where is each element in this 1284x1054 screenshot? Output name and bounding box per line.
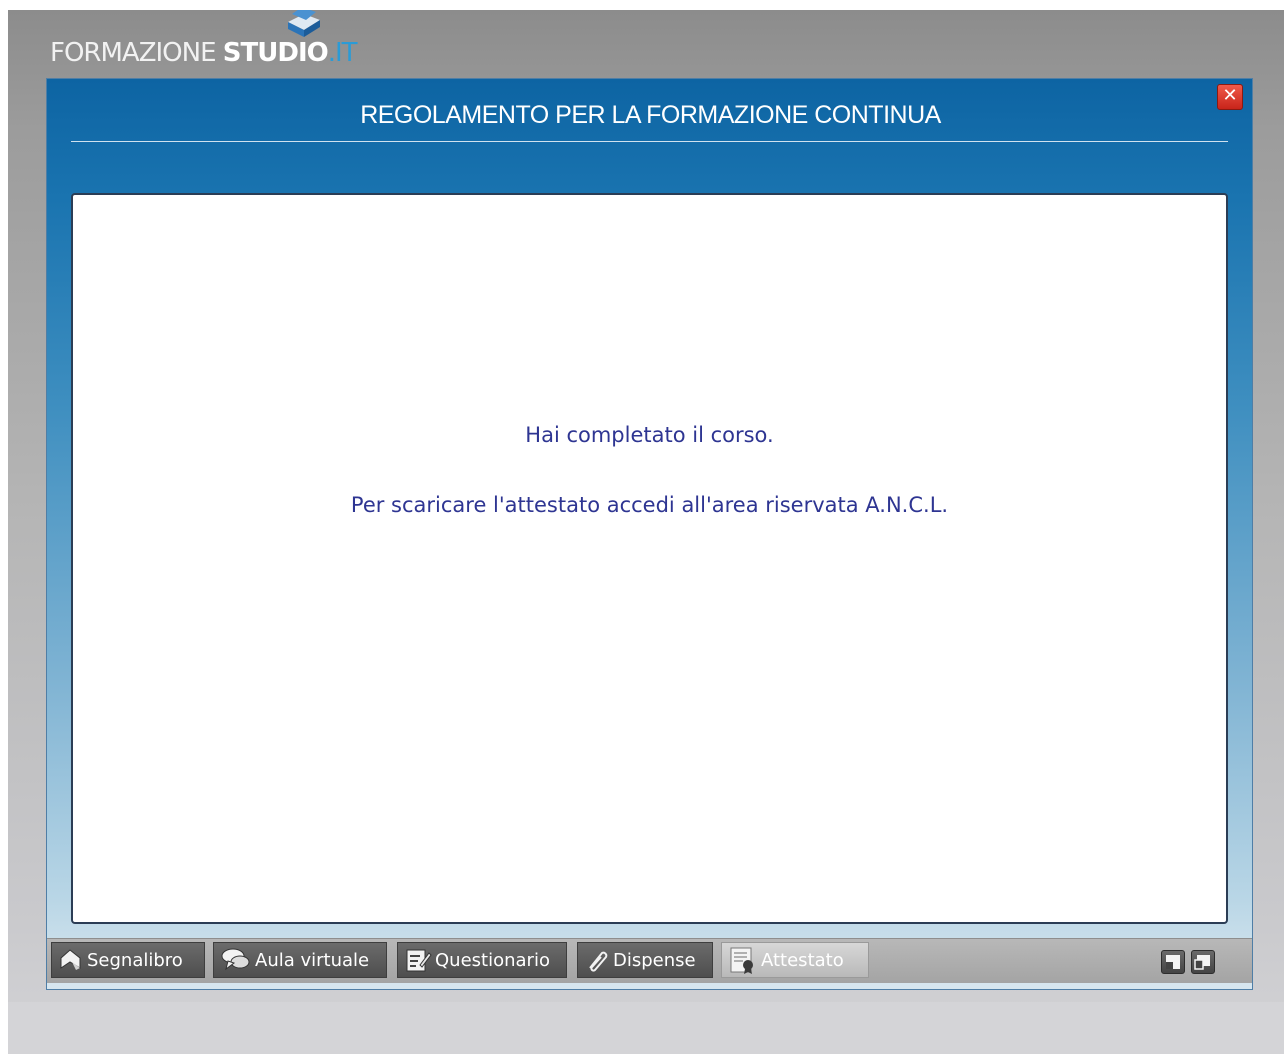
- aula-virtuale-button[interactable]: Aula virtuale: [213, 942, 387, 978]
- download-instructions: Per scaricare l'attestato accedi all'are…: [350, 493, 949, 517]
- segnalibro-button[interactable]: Segnalibro: [51, 942, 205, 978]
- brand-part-1: FORMAZIONE: [50, 38, 223, 68]
- brand-part-3: .IT: [327, 38, 358, 68]
- completion-message: Hai completato il corso.: [525, 423, 774, 447]
- page-footer: [8, 1002, 1284, 1054]
- page-frame: FORMAZIONE STUDIO.IT REGOLAMENTO PER LA …: [8, 10, 1284, 1054]
- certificate-icon: [730, 947, 753, 974]
- attestato-label: Attestato: [761, 949, 844, 971]
- window-restore-icon: [1166, 955, 1180, 969]
- dispense-button[interactable]: Dispense: [577, 942, 713, 978]
- attestato-button[interactable]: Attestato: [721, 942, 869, 978]
- bookmark-icon: [60, 949, 81, 970]
- paperclip-icon: [589, 951, 608, 972]
- aula-virtuale-label: Aula virtuale: [255, 949, 370, 971]
- window-restore-button[interactable]: [1161, 950, 1185, 974]
- brand-part-2: STUDIO: [222, 38, 329, 68]
- course-window: REGOLAMENTO PER LA FORMAZIONE CONTINUA ✕…: [46, 78, 1253, 990]
- close-button[interactable]: ✕: [1217, 84, 1243, 110]
- window-popout-button[interactable]: [1191, 950, 1215, 974]
- bottom-toolbar: Segnalibro Aula virtuale Questionario Di…: [47, 938, 1252, 983]
- questionario-label: Questionario: [435, 949, 550, 971]
- chat-icon: [221, 948, 250, 971]
- window-popout-icon: [1194, 955, 1210, 970]
- books-icon: [288, 10, 320, 37]
- title-divider: [71, 141, 1228, 142]
- segnalibro-label: Segnalibro: [87, 949, 183, 971]
- brand-logo: FORMAZIONE STUDIO.IT: [50, 38, 358, 72]
- window-title: REGOLAMENTO PER LA FORMAZIONE CONTINUA: [360, 101, 941, 129]
- content-panel: Hai completato il corso. Per scaricare l…: [71, 193, 1228, 924]
- dispense-label: Dispense: [613, 949, 696, 971]
- questionario-button[interactable]: Questionario: [397, 942, 567, 978]
- questionnaire-icon: [406, 949, 432, 972]
- close-icon: ✕: [1222, 85, 1238, 106]
